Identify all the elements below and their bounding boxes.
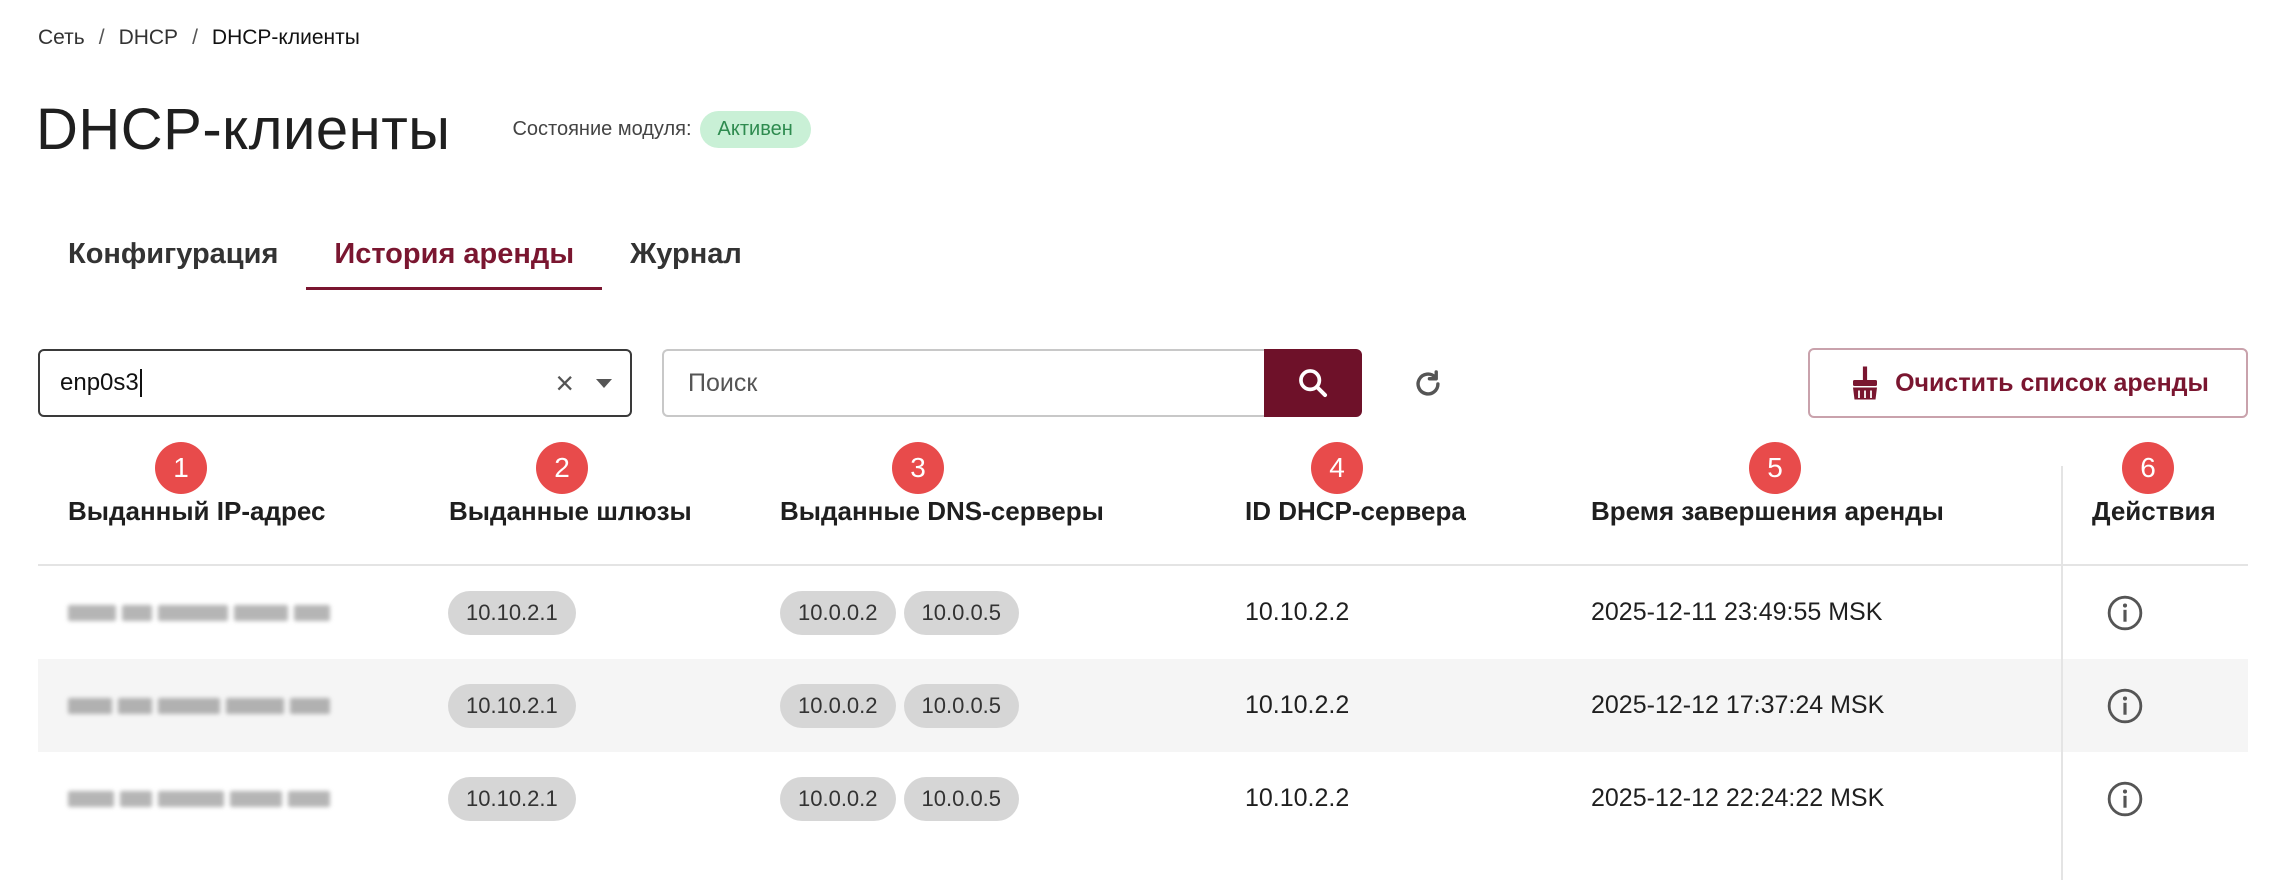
broom-icon	[1853, 366, 1878, 400]
dns-cell: 10.0.0.2 10.0.0.5	[780, 752, 1027, 845]
info-icon[interactable]	[2106, 594, 2144, 632]
server-id-cell: 10.10.2.2	[1245, 691, 1350, 719]
column-header-lease-end: Время завершения аренды	[1591, 496, 1944, 526]
dns-chip: 10.0.0.2	[780, 590, 896, 635]
breadcrumb-separator: /	[98, 26, 105, 49]
dns-chip: 10.0.0.2	[780, 776, 896, 821]
status-badge: Активен	[699, 111, 811, 148]
gateway-cell: 10.10.2.1	[448, 752, 584, 845]
breadcrumb: Сеть / DHCP / DHCP-клиенты	[38, 26, 360, 50]
interface-select-value[interactable]: enp0s3	[60, 369, 555, 398]
annotation-marker-4: 4	[1311, 442, 1363, 494]
gateway-chip: 10.10.2.1	[448, 776, 576, 821]
info-icon[interactable]	[2106, 780, 2144, 818]
close-icon[interactable]: ×	[555, 367, 574, 399]
actions-cell	[2106, 752, 2144, 845]
annotation-marker-5: 5	[1749, 442, 1801, 494]
search-box	[662, 349, 1264, 417]
search-button[interactable]	[1264, 349, 1362, 417]
breadcrumb-item-network[interactable]: Сеть	[38, 26, 85, 50]
ip-cell-blurred	[68, 659, 330, 752]
dns-chip: 10.0.0.5	[903, 683, 1020, 728]
breadcrumb-item-current: DHCP-клиенты	[211, 26, 360, 49]
actions-cell	[2106, 659, 2144, 752]
breadcrumb-item-dhcp[interactable]: DHCP	[119, 26, 179, 50]
tabs: Конфигурация История аренды Журнал	[40, 230, 770, 290]
lease-end-cell: 2025-12-11 23:49:55 MSK	[1591, 598, 1883, 626]
ip-cell-blurred	[68, 566, 330, 659]
info-icon[interactable]	[2106, 687, 2144, 725]
dns-cell: 10.0.0.2 10.0.0.5	[780, 566, 1027, 659]
clear-lease-list-label: Очистить список аренды	[1895, 368, 2209, 397]
column-header-actions: Действия	[2092, 496, 2216, 526]
title-row: DHCP-клиенты Состояние модуля: Активен	[36, 96, 811, 163]
tab-journal[interactable]: Журнал	[602, 230, 770, 290]
chevron-down-icon[interactable]	[596, 378, 612, 388]
column-header-gateways: Выданные шлюзы	[449, 496, 692, 526]
server-id-cell: 10.10.2.2	[1245, 784, 1350, 812]
interface-select[interactable]: enp0s3 ×	[38, 349, 632, 417]
redacted-ip	[68, 604, 330, 621]
refresh-button[interactable]	[1408, 364, 1448, 404]
table-row: 10.10.2.1 10.0.0.2 10.0.0.5 10.10.2.2 20…	[38, 752, 2248, 845]
page-title: DHCP-клиенты	[36, 97, 451, 162]
table-row: 10.10.2.1 10.0.0.2 10.0.0.5 10.10.2.2 20…	[38, 659, 2248, 752]
lease-end-cell: 2025-12-12 17:37:24 MSK	[1591, 691, 1885, 719]
lease-end-cell: 2025-12-12 22:24:22 MSK	[1591, 784, 1885, 812]
gateway-chip: 10.10.2.1	[448, 683, 576, 728]
annotation-marker-2: 2	[536, 442, 588, 494]
search-icon	[1299, 369, 1328, 398]
redacted-ip	[68, 697, 330, 714]
actions-column-divider	[2061, 466, 2063, 880]
dns-cell: 10.0.0.2 10.0.0.5	[780, 659, 1027, 752]
column-header-server-id: ID DHCP-сервера	[1245, 496, 1466, 526]
column-header-dns: Выданные DNS-серверы	[780, 496, 1104, 526]
ip-cell-blurred	[68, 752, 330, 845]
gateway-cell: 10.10.2.1	[448, 566, 584, 659]
annotation-marker-1: 1	[155, 442, 207, 494]
actions-cell	[2106, 566, 2144, 659]
dns-chip: 10.0.0.2	[780, 683, 896, 728]
module-status-label: Состояние модуля:	[512, 118, 692, 140]
tab-lease-history[interactable]: История аренды	[306, 230, 603, 290]
redacted-ip	[68, 790, 330, 807]
clear-lease-list-button[interactable]: Очистить список аренды	[1808, 348, 2248, 418]
refresh-icon	[1416, 370, 1440, 396]
search-input[interactable]	[664, 350, 1264, 416]
gateway-cell: 10.10.2.1	[448, 659, 584, 752]
server-id-cell: 10.10.2.2	[1245, 598, 1350, 626]
dns-chip: 10.0.0.5	[903, 776, 1020, 821]
table-row: 10.10.2.1 10.0.0.2 10.0.0.5 10.10.2.2 20…	[38, 566, 2248, 659]
annotation-marker-6: 6	[2122, 442, 2174, 494]
annotation-marker-3: 3	[892, 442, 944, 494]
dns-chip: 10.0.0.5	[903, 590, 1020, 635]
breadcrumb-separator: /	[192, 26, 198, 49]
column-header-ip: Выданный IP-адрес	[68, 496, 326, 526]
tab-configuration[interactable]: Конфигурация	[40, 230, 306, 290]
gateway-chip: 10.10.2.1	[448, 590, 576, 635]
